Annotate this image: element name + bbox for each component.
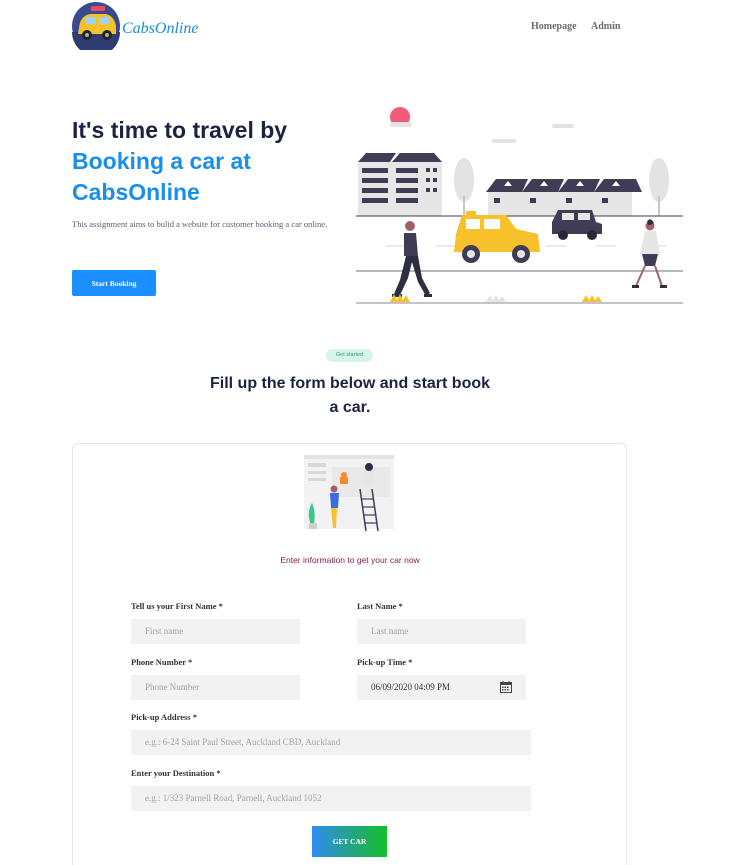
hero-title-line1: It's time to travel by [72, 117, 288, 143]
first-name-input[interactable] [131, 619, 300, 644]
get-started-badge: Get started [326, 349, 373, 362]
city-travel-illustration [356, 107, 683, 304]
destination-input[interactable] [131, 786, 531, 811]
nav-homepage[interactable]: Homepage [531, 21, 577, 32]
last-name-label: Last Name * [357, 601, 403, 611]
pickup-time-value: 06/09/2020 04:09 PM [371, 682, 451, 692]
hero-title-line2: Booking a car at [72, 148, 251, 174]
section-title: Fill up the form below and start book a … [210, 375, 491, 416]
form-illustration [304, 455, 394, 532]
destination-label: Enter your Destination * [131, 768, 221, 778]
phone-number-input[interactable] [131, 675, 300, 700]
last-name-input[interactable] [357, 619, 526, 644]
pickup-time-input[interactable]: 06/09/2020 04:09 PM [357, 675, 526, 700]
calendar-icon[interactable] [500, 681, 512, 693]
pickup-address-input[interactable] [131, 730, 531, 755]
phone-number-label: Phone Number * [131, 657, 193, 667]
hero-title-line3: CabsOnline [72, 179, 200, 205]
form-subtitle: Enter information to get your car now [280, 555, 420, 565]
pickup-address-label: Pick-up Address * [131, 712, 197, 722]
pickup-time-label: Pick-up Time * [357, 657, 413, 667]
nav-admin[interactable]: Admin [591, 21, 620, 32]
hero-description: This assignment aims to bulid a website … [72, 219, 328, 229]
first-name-label: Tell us your First Name * [131, 601, 223, 611]
cabsonline-logo[interactable] [72, 2, 120, 50]
get-car-button[interactable]: GET CAR [312, 826, 387, 857]
brand-name[interactable]: CabsOnline [122, 20, 198, 38]
start-booking-button[interactable]: Start Booking [72, 270, 156, 296]
